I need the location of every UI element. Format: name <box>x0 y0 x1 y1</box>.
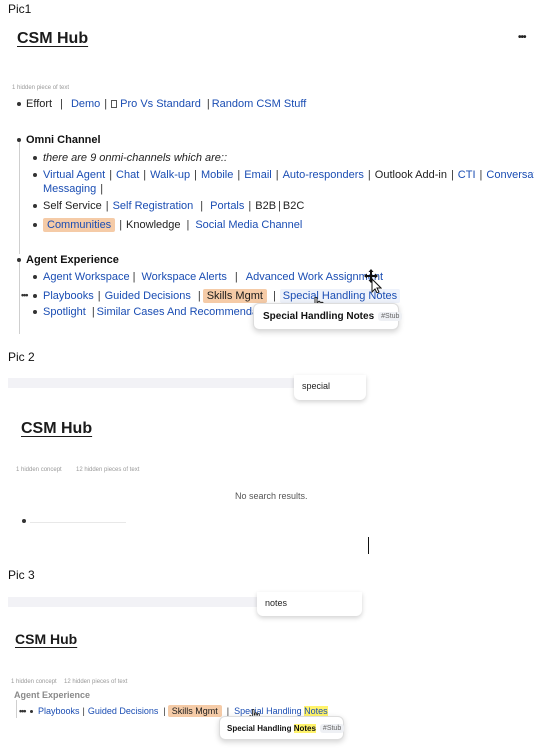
search-match-highlight: Notes <box>293 723 316 733</box>
knowledge-item[interactable]: Knowledge <box>126 219 180 231</box>
link-text: Special Handling <box>234 706 305 716</box>
stub-tag[interactable]: #Stub <box>319 723 345 733</box>
guided-decisions-link[interactable]: Guided Decisions <box>88 706 159 716</box>
move-cursor-icon <box>364 269 382 293</box>
pro-vs-standard-link[interactable]: Pro Vs Standard <box>120 98 201 110</box>
text-cursor <box>368 537 369 554</box>
conversational-link[interactable]: Conversational <box>486 169 534 181</box>
skills-mgmt-link[interactable]: Skills Mgmt <box>167 705 222 717</box>
playbooks-link[interactable]: Playbooks <box>38 706 80 716</box>
tooltip-title: Special Handling Notes <box>227 723 316 733</box>
drag-handle-icon[interactable]: ••• <box>19 706 27 716</box>
workspace-alerts-link[interactable]: Workspace Alerts <box>141 271 226 283</box>
social-media-link[interactable]: Social Media Channel <box>195 219 302 231</box>
messaging-link[interactable]: Messaging <box>43 183 96 195</box>
b2b-item[interactable]: B2B <box>255 200 276 212</box>
cti-link[interactable]: CTI <box>458 169 476 181</box>
agent-experience-row: Agent Experience <box>17 254 119 266</box>
demo-link[interactable]: Demo <box>71 98 100 110</box>
playbooks-row: Playbooks | Guided Decisions | Skills Mg… <box>33 289 401 303</box>
hidden-concepts-count[interactable]: 1 hidden concept <box>11 679 57 685</box>
no-results-message: No search results. <box>235 491 308 501</box>
pic3-label: Pic 3 <box>8 568 35 582</box>
agent-experience-heading[interactable]: Agent Experience <box>26 254 119 266</box>
search-value: special <box>302 381 331 391</box>
bullet <box>17 102 21 106</box>
pic2-label: Pic 2 <box>8 350 35 364</box>
auto-responders-link[interactable]: Auto-responders <box>283 169 364 181</box>
skills-mgmt-link[interactable]: Skills Mgmt <box>202 289 267 303</box>
special-handling-notes-link[interactable]: Special Handling Notes <box>279 289 401 303</box>
outline-guide <box>19 142 20 254</box>
effort-item[interactable]: Effort <box>26 98 52 110</box>
communities-link[interactable]: Communities <box>43 218 116 232</box>
hidden-text-count[interactable]: 12 hidden pieces of text <box>76 467 139 473</box>
b2c-item[interactable]: B2C <box>283 200 304 212</box>
spotlight-link[interactable]: Spotlight <box>43 306 86 318</box>
drag-handle-icon[interactable]: ••• <box>21 290 29 300</box>
self-registration-link[interactable]: Self Registration <box>113 200 194 212</box>
omni-note[interactable]: there are 9 onmi-channels which are:: <box>43 152 227 164</box>
page-title[interactable]: CSM Hub <box>17 30 88 48</box>
empty-bullet <box>22 519 26 523</box>
outlook-item[interactable]: Outlook Add-in <box>375 169 447 181</box>
page-title[interactable]: CSM Hub <box>21 420 92 438</box>
top-links-row: Effort | Demo | Pro Vs Standard | Random… <box>17 98 306 110</box>
omni-channels-row-wrap: Messaging | <box>43 183 104 195</box>
hidden-text-count[interactable]: 12 hidden pieces of text <box>64 679 127 685</box>
virtual-agent-link[interactable]: Virtual Agent <box>43 169 105 181</box>
more-menu-icon[interactable]: ••• <box>518 32 526 43</box>
spotlight-row: Spotlight | Similar Cases And Recommenda… <box>33 306 281 318</box>
agent-workspace-row: Agent Workspace | Workspace Alerts | Adv… <box>33 271 383 283</box>
email-link[interactable]: Email <box>244 169 272 181</box>
document-icon <box>111 100 118 108</box>
self-service-item[interactable]: Self Service <box>43 200 102 212</box>
pic1-label: Pic1 <box>8 2 32 16</box>
omni-channel-row: Omni Channel <box>17 134 101 146</box>
omni-channels-row: Virtual Agent | Chat | Walk-up | Mobile … <box>33 169 534 181</box>
communities-row: Communities | Knowledge | Social Media C… <box>33 218 302 232</box>
tooltip-text: Special Handling <box>227 723 294 733</box>
advanced-work-assignment-link[interactable]: Advanced Work Assignment <box>246 271 383 283</box>
search-bar-track <box>8 378 294 388</box>
search-match-highlight: Notes <box>304 706 328 716</box>
hidden-text-count[interactable]: 1 hidden piece of text <box>12 85 69 91</box>
self-service-row: Self Service | Self Registration | Porta… <box>33 200 304 212</box>
search-bar-track <box>8 597 258 607</box>
hover-tooltip: Special Handling Notes #Stub <box>219 716 345 740</box>
walk-up-link[interactable]: Walk-up <box>150 169 190 181</box>
random-csm-link[interactable]: Random CSM Stuff <box>212 98 307 110</box>
mobile-link[interactable]: Mobile <box>201 169 233 181</box>
hover-tooltip: Special Handling Notes #Stub <box>253 303 403 330</box>
empty-line <box>30 522 126 523</box>
agent-experience-heading[interactable]: Agent Experience <box>14 690 90 700</box>
tooltip-title: Special Handling Notes <box>263 311 375 322</box>
stub-tag[interactable]: #Stub <box>378 312 403 321</box>
search-value: notes <box>265 598 288 608</box>
agent-workspace-link[interactable]: Agent Workspace <box>43 271 130 283</box>
playbooks-link[interactable]: Playbooks <box>43 290 94 302</box>
hidden-concepts-count[interactable]: 1 hidden concept <box>16 467 62 473</box>
search-input[interactable]: notes <box>257 592 362 616</box>
search-input[interactable]: special <box>294 375 366 400</box>
portals-link[interactable]: Portals <box>210 200 244 212</box>
outline-guide <box>19 262 20 334</box>
guided-decisions-link[interactable]: Guided Decisions <box>105 290 191 302</box>
outline-guide <box>16 700 17 718</box>
omni-channel-heading[interactable]: Omni Channel <box>26 134 101 146</box>
omni-note-row: there are 9 onmi-channels which are:: <box>33 152 227 164</box>
page-title[interactable]: CSM Hub <box>15 631 77 647</box>
chat-link[interactable]: Chat <box>116 169 139 181</box>
